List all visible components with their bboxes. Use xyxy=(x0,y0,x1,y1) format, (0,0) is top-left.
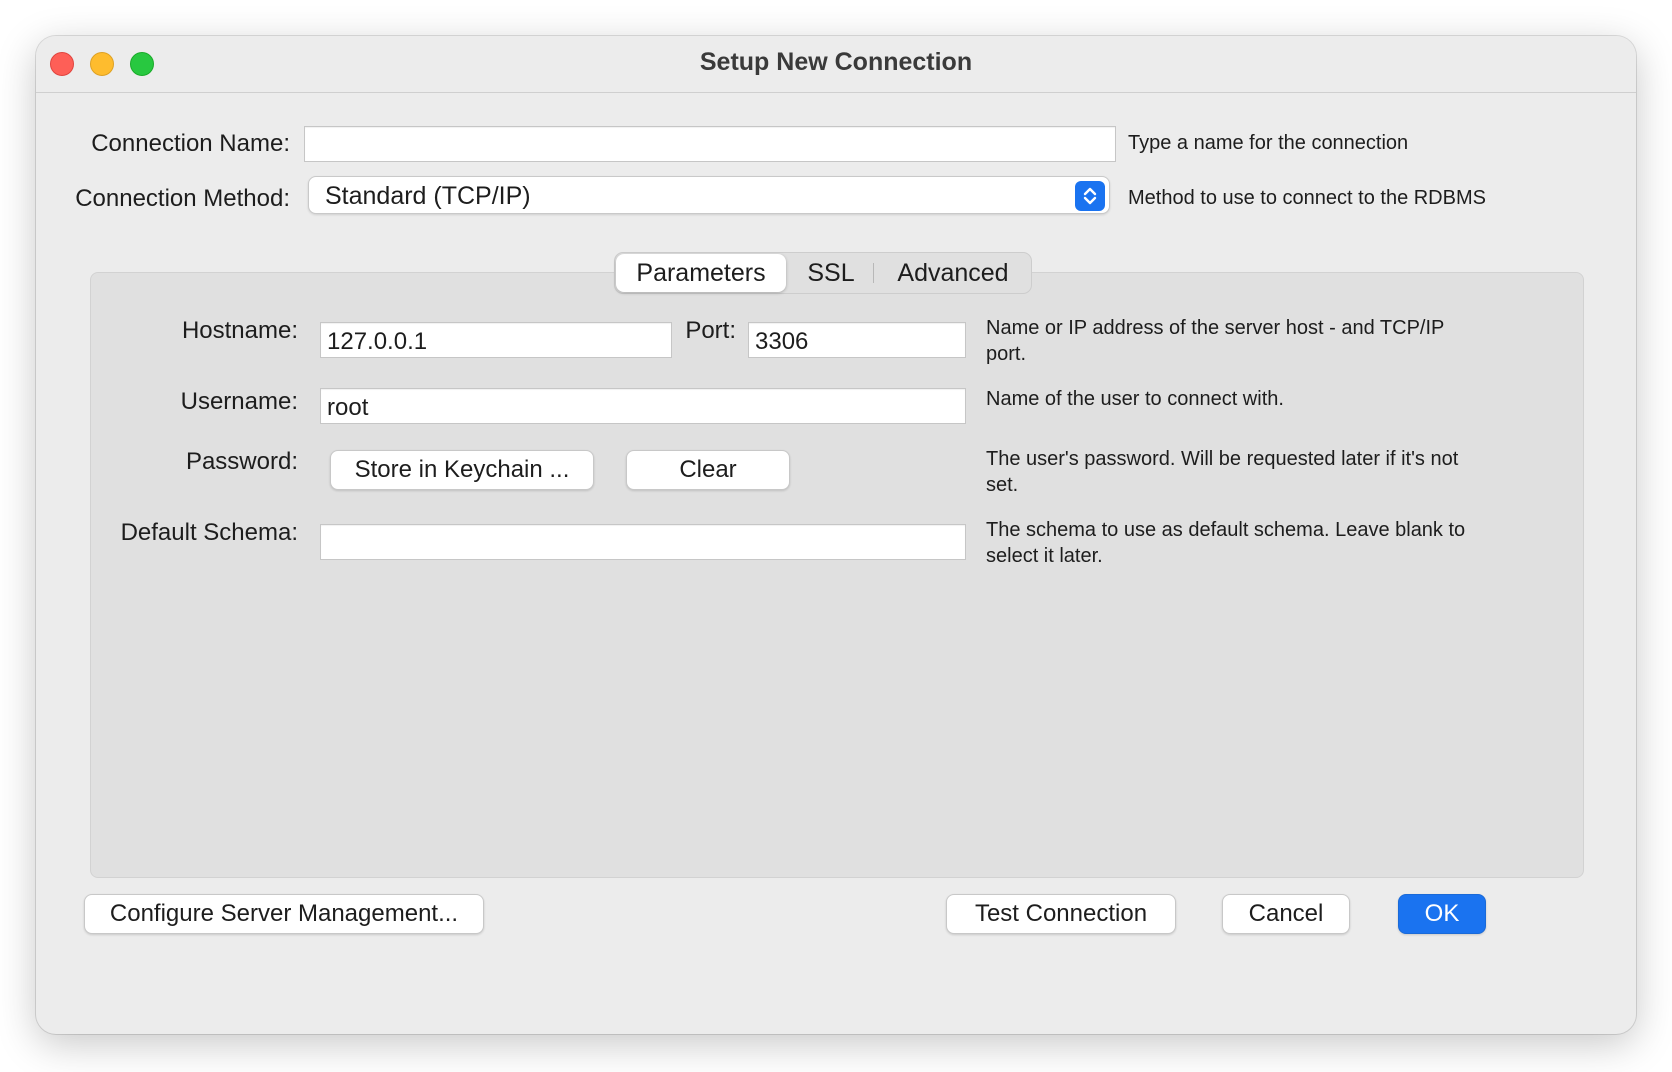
tab-parameters[interactable]: Parameters xyxy=(616,254,786,292)
chevron-up-down-icon xyxy=(1075,181,1105,211)
password-label: Password: xyxy=(185,448,298,475)
hostname-hint: Name or IP address of the server host - … xyxy=(986,317,1444,365)
tab-advanced[interactable]: Advanced xyxy=(877,253,1029,293)
username-input[interactable]: root xyxy=(320,388,966,424)
window-title: Setup New Connection xyxy=(699,48,973,76)
test-connection-button[interactable]: Test Connection xyxy=(946,894,1176,934)
username-hint: Name of the user to connect with. xyxy=(986,388,1284,410)
default-schema-input[interactable] xyxy=(320,524,966,560)
connection-method-select[interactable]: Standard (TCP/IP) xyxy=(308,176,1110,214)
username-label: Username: xyxy=(180,388,298,415)
ok-button[interactable]: OK xyxy=(1398,894,1486,934)
hostname-input[interactable]: 127.0.0.1 xyxy=(320,322,672,358)
connection-method-label: Connection Method: xyxy=(75,185,290,212)
setup-connection-window: Setup New Connection Connection Name: Ty… xyxy=(36,36,1636,1034)
default-schema-label: Default Schema: xyxy=(120,519,298,546)
default-schema-hint: The schema to use as default schema. Lea… xyxy=(986,519,1466,567)
configure-server-management-button[interactable]: Configure Server Management... xyxy=(84,894,484,934)
hostname-label: Hostname: xyxy=(181,317,298,344)
tab-divider xyxy=(873,263,874,283)
clear-password-button[interactable]: Clear xyxy=(626,450,790,490)
cancel-button[interactable]: Cancel xyxy=(1222,894,1350,934)
port-label: Port: xyxy=(685,317,736,344)
password-hint: The user's password. Will be requested l… xyxy=(986,448,1459,496)
port-input[interactable]: 3306 xyxy=(748,322,966,358)
connection-name-input[interactable] xyxy=(304,126,1116,162)
connection-method-hint: Method to use to connect to the RDBMS xyxy=(1128,187,1486,209)
tab-ssl[interactable]: SSL xyxy=(791,253,871,293)
connection-name-hint: Type a name for the connection xyxy=(1128,132,1409,154)
connection-name-label: Connection Name: xyxy=(91,130,290,157)
store-in-keychain-button[interactable]: Store in Keychain ... xyxy=(330,450,594,490)
connection-method-value: Standard (TCP/IP) xyxy=(325,182,531,210)
title-bar: Setup New Connection xyxy=(36,36,1636,93)
tab-bar: Parameters SSL Advanced xyxy=(614,252,1032,294)
